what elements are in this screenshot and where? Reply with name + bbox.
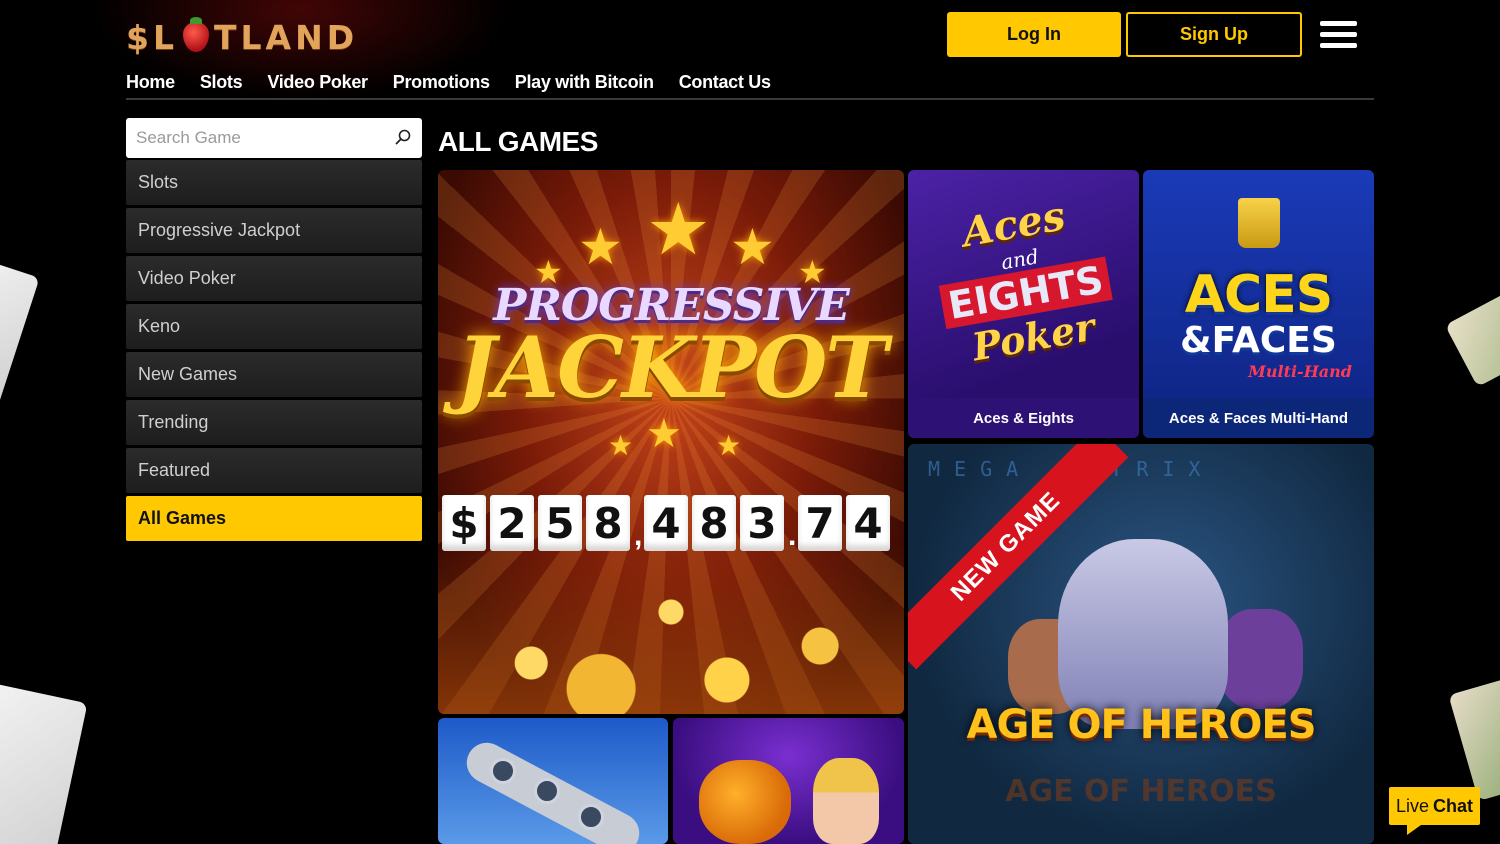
- engine-icon: [578, 804, 604, 830]
- star-icon: ★: [608, 430, 634, 461]
- category-keno[interactable]: Keno: [126, 304, 422, 349]
- live-chat-button[interactable]: Live Chat: [1389, 787, 1480, 835]
- girl-character-art: [813, 758, 879, 844]
- jackpot-digit: 7: [798, 495, 842, 551]
- demon-character: [1218, 609, 1303, 709]
- slotland-logo[interactable]: $L TLAND: [126, 17, 359, 57]
- hamburger-menu-icon[interactable]: [1320, 21, 1357, 48]
- nav-contact-us[interactable]: Contact Us: [679, 72, 771, 98]
- king-card-icon: [1238, 198, 1280, 248]
- jackpot-digit: 8: [692, 495, 736, 551]
- live-chat-label-live: Live: [1395, 795, 1430, 816]
- star-icon: ★: [730, 219, 775, 275]
- nav-promotions[interactable]: Promotions: [393, 72, 490, 98]
- jackpot-digit: 5: [538, 495, 582, 551]
- jackpot-digit: 4: [846, 495, 890, 551]
- nav-slots[interactable]: Slots: [200, 72, 243, 98]
- jackpot-counter: $ 2 5 8 , 4 8 3 . 7 4: [442, 495, 890, 551]
- gold-coins-art: [438, 544, 904, 714]
- game-search: [126, 118, 422, 158]
- game-tile-aces-eights[interactable]: Aces and EIGHTS Poker Aces & Eights: [908, 170, 1139, 438]
- category-progressive-jackpot[interactable]: Progressive Jackpot: [126, 208, 422, 253]
- game-tile-age-of-heroes[interactable]: MEGA MATRIX AGE OF HEROES AGE OF HEROES …: [908, 444, 1374, 844]
- star-icon: ★: [646, 190, 711, 270]
- star-icon: ★: [578, 219, 623, 275]
- aces-faces-art-line: Multi-Hand: [1248, 362, 1352, 381]
- star-icon: ★: [646, 412, 682, 456]
- engine-icon: [490, 758, 516, 784]
- category-all-games[interactable]: All Games: [126, 496, 422, 541]
- jackpot-digit: 2: [490, 495, 534, 551]
- live-chat-label-chat: Chat: [1433, 795, 1474, 816]
- game-tile-airplane[interactable]: [438, 718, 668, 844]
- decorative-card-right-bottom: [1448, 673, 1500, 801]
- jackpot-digit: 8: [586, 495, 630, 551]
- wizard-character: [1058, 539, 1228, 729]
- category-video-poker[interactable]: Video Poker: [126, 256, 422, 301]
- game-tile-halloween[interactable]: [673, 718, 904, 844]
- strawberry-icon: [183, 17, 209, 52]
- age-of-heroes-reflection: AGE OF HEROES: [1005, 774, 1277, 809]
- nav-play-with-bitcoin[interactable]: Play with Bitcoin: [515, 72, 654, 98]
- engine-icon: [534, 778, 560, 804]
- jackpot-digit: 4: [644, 495, 688, 551]
- category-list: Slots Progressive Jackpot Video Poker Ke…: [126, 160, 422, 544]
- page-title: ALL GAMES: [438, 126, 598, 157]
- logo-text-right: TLAND: [214, 17, 359, 57]
- nav-home[interactable]: Home: [126, 72, 175, 98]
- logo-text-left: $L: [126, 17, 178, 57]
- category-new-games[interactable]: New Games: [126, 352, 422, 397]
- category-featured[interactable]: Featured: [126, 448, 422, 493]
- decorative-card-left: [0, 253, 40, 411]
- search-input[interactable]: [126, 118, 386, 158]
- login-button[interactable]: Log In: [947, 12, 1121, 57]
- category-trending[interactable]: Trending: [126, 400, 422, 445]
- game-tile-progressive-jackpot[interactable]: ★ ★ ★ ★ ★ ★ ★ ★ PROGRESSIVE JACKPOT $ 2 …: [438, 170, 904, 714]
- signup-button[interactable]: Sign Up: [1126, 12, 1302, 57]
- jackpot-digit: 3: [740, 495, 784, 551]
- game-tile-aces-faces-multi-hand[interactable]: ACES &FACES Multi-Hand Aces & Faces Mult…: [1143, 170, 1374, 438]
- aces-faces-art-line: &FACES: [1180, 320, 1337, 361]
- decorative-card-left-bottom: [0, 680, 88, 844]
- age-of-heroes-title: AGE OF HEROES: [966, 702, 1316, 748]
- nav-video-poker[interactable]: Video Poker: [267, 72, 368, 98]
- game-title: Aces & Eights: [908, 398, 1139, 438]
- jackpot-title-jackpot: JACKPOT: [456, 318, 888, 417]
- jackpot-digit: $: [442, 495, 486, 551]
- game-title: Aces & Faces Multi-Hand: [1143, 398, 1374, 438]
- aces-faces-art-line: ACES: [1184, 265, 1333, 325]
- category-slots[interactable]: Slots: [126, 160, 422, 205]
- aces-eights-artwork: Aces and EIGHTS Poker: [914, 184, 1134, 375]
- star-icon: ★: [716, 430, 742, 461]
- pumpkin-art: [699, 760, 791, 844]
- decorative-card-right: [1444, 282, 1500, 388]
- main-nav: Home Slots Video Poker Promotions Play w…: [126, 72, 1374, 100]
- search-icon[interactable]: [395, 129, 411, 145]
